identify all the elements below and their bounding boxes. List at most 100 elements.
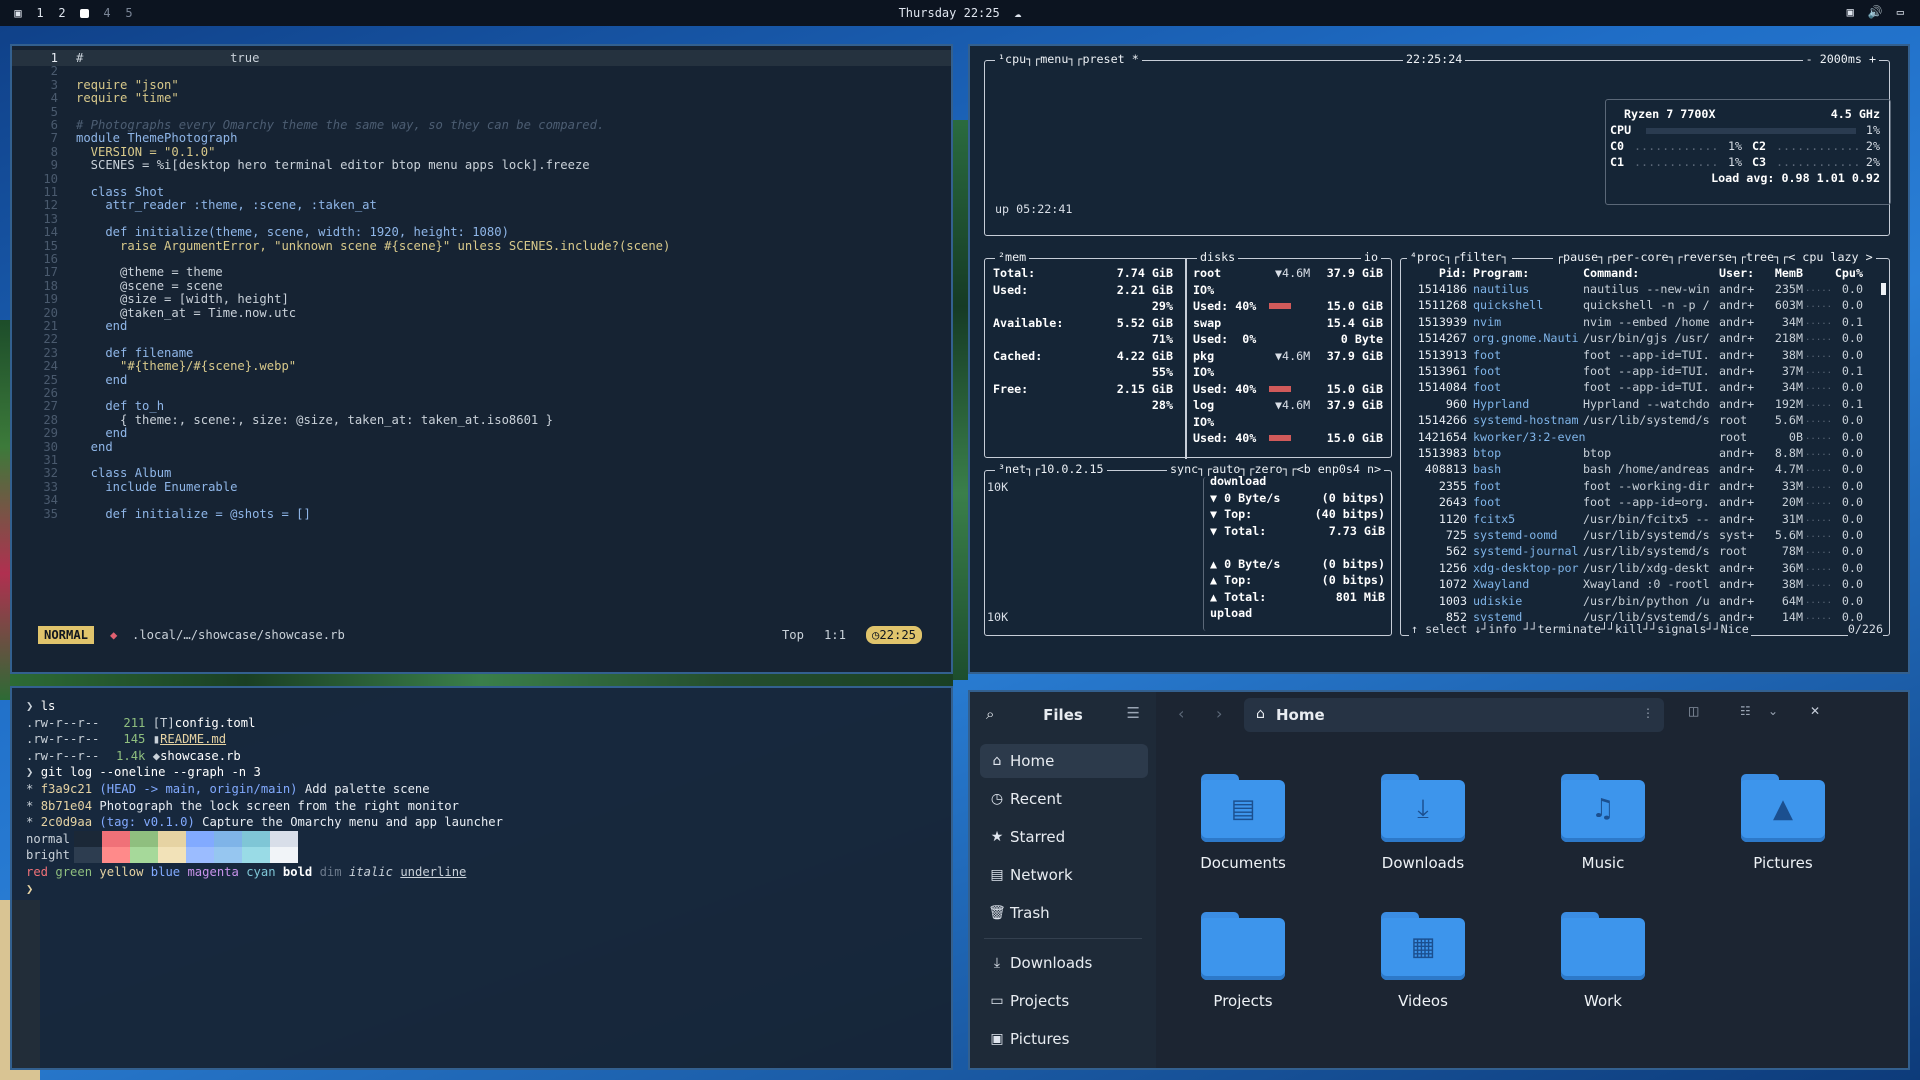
palette-swatch (186, 830, 214, 847)
sidebar-item-starred[interactable]: ★ Starred (980, 820, 1148, 854)
neovim-editor-window[interactable]: 1 # true 2 3 require "json" 4 require "time" 5 6… (10, 44, 953, 674)
core-c1-label: C1 (1610, 155, 1625, 169)
volume-icon[interactable]: 🔊 (1868, 5, 1883, 19)
sidebar-item-downloads[interactable]: ⤓ Downloads (980, 946, 1148, 980)
home-icon: ⌂ (992, 753, 1002, 769)
folder-icon: ▭ (990, 993, 1004, 1009)
folder-label: Projects (1213, 992, 1273, 1010)
proc-row[interactable]: 1072 Xwayland Xwayland :0 -rootl andr+ 38M 0.… (1401, 576, 1889, 592)
proc-row[interactable]: 960 Hyprland Hyprland --watchdo andr+ 192M 0.… (1401, 396, 1889, 412)
proc-cpu-graph: ..... (1805, 513, 1833, 524)
refresh-rate[interactable]: - 2000ms + (1802, 52, 1879, 66)
folder-videos[interactable]: ▦ Videos (1348, 912, 1498, 1032)
proc-cell: 1514084 (1417, 380, 1467, 395)
sidebar-item-pictures[interactable]: ▣ Pictures (980, 1022, 1148, 1056)
sidebar-item-label: Downloads (1010, 954, 1093, 972)
folder-icon (1201, 912, 1285, 980)
proc-cell: root (1719, 413, 1748, 428)
proc-row[interactable]: 562 systemd-journal/usr/lib/systemd/s root… (1401, 543, 1889, 559)
proc-row[interactable]: 1421654 kworker/3:2-even root 0B 0.0..... (1401, 429, 1889, 445)
proc-row[interactable]: 1511268 quickshell quickshell -n -p / andr+… (1401, 297, 1889, 313)
disks-box-title[interactable]: disks (1197, 250, 1239, 264)
status-time: ◷22:25 (865, 626, 922, 644)
proc-footer[interactable]: ↑ select ↓┘info ┘┘terminate┘┘kill┘┘signa… (1409, 621, 1751, 637)
net-box-title[interactable]: ³net┐┌10.0.2.15 (995, 462, 1107, 476)
proc-row[interactable]: 1514186 nautilus nautilus --new-win andr+ 23… (1401, 281, 1889, 297)
view-list-icon[interactable]: ☷ (1740, 704, 1751, 718)
location-bar[interactable]: ⌂ Home ⋮ (1244, 698, 1664, 732)
btop-monitor-window[interactable]: ¹cpu┐┌menu┐┌preset * 22:25:24 - 2000ms +… (968, 44, 1910, 674)
terminal-line: red green yellow blue magenta cyan bold … (26, 864, 951, 880)
sidebar-item-projects[interactable]: ▭ Projects (980, 984, 1148, 1018)
proc-cpu-graph: ..... (1805, 612, 1833, 622)
cpu-box-title[interactable]: ¹cpu┐┌menu┐┌preset * (995, 52, 1142, 66)
proc-row[interactable]: 1514266 systemd-hostnam/usr/lib/systemd/s… (1401, 412, 1889, 428)
clock[interactable]: Thursday 22:25 ☁ (0, 6, 1920, 20)
terminal-window[interactable]: ❯ ls .rw-r--r-- 211 [T]config.toml .rw-r--r… (10, 686, 953, 1070)
sidebar-item-recent[interactable]: ◷ Recent (980, 782, 1148, 816)
proc-col-header[interactable]: Command: (1583, 265, 1639, 281)
menu-icon[interactable]: ☰ (1127, 704, 1140, 722)
sidebar-item-trash[interactable]: 🗑 Trash (980, 896, 1148, 930)
proc-row[interactable]: 1513983 btop btop andr+ 8.8M 0.0..... (1401, 445, 1889, 461)
io-toggle[interactable]: io (1360, 250, 1381, 264)
proc-row[interactable]: 2643 foot foot --app-id=org. andr+ 20M 0.0...… (1401, 494, 1889, 510)
net-box-options[interactable]: sync┐┌auto┐┌zero┐┌<b enp0s4 n> (1167, 462, 1385, 476)
commit-ref: (HEAD -> main, origin/main) (99, 782, 298, 796)
folder-projects[interactable]: Projects (1168, 912, 1318, 1032)
proc-cell: 1513939 (1417, 314, 1467, 329)
proc-col-header[interactable]: User: (1719, 265, 1754, 281)
folder-work[interactable]: Work (1528, 912, 1678, 1032)
palette-swatch (242, 830, 270, 847)
palette-swatch (74, 847, 102, 864)
window-icon[interactable]: ▣ (1847, 5, 1854, 19)
palette-swatch (270, 830, 298, 847)
mem-box-title[interactable]: ²mem (995, 250, 1030, 264)
proc-col-header[interactable]: Program: (1473, 265, 1529, 281)
palette-swatch (130, 847, 158, 864)
proc-cell: 34M (1781, 314, 1803, 329)
proc-box-title[interactable]: ⁴proc┐┌filter┐ (1407, 250, 1512, 264)
location-menu-icon[interactable]: ⋮ (1642, 706, 1654, 720)
proc-row[interactable]: 1003 udiskie/usr/bin/python /u andr+ 64M 0.0… (1401, 593, 1889, 609)
folder-pictures[interactable]: ▲ Pictures (1708, 774, 1858, 894)
proc-scrollbar[interactable] (1881, 283, 1886, 295)
chevron-down-icon[interactable]: ⌄ (1768, 704, 1778, 718)
style-sample: dim (319, 865, 342, 879)
code-line[interactable]: 35 def initialize = @shots = [] (12, 506, 951, 522)
proc-row[interactable]: 1514084 foot foot --app-id=TUI. andr+ 34M 0.0… (1401, 379, 1889, 395)
proc-cell: Xwayland :0 -rootl (1583, 577, 1710, 592)
proc-cell: foot (1473, 364, 1502, 378)
sidebar-item-network[interactable]: ▤ Network (980, 858, 1148, 892)
forward-icon[interactable]: › (1216, 704, 1222, 723)
close-icon[interactable]: ✕ (1810, 704, 1820, 718)
folder-music[interactable]: ♫ Music (1528, 774, 1678, 894)
proc-row[interactable]: 2355 foot foot --working-dir andr+ 33M 0.0...… (1401, 478, 1889, 494)
proc-row[interactable]: 1513961 foot foot --app-id=TUI. andr+ 37M 0.1… (1401, 363, 1889, 379)
camera-icon[interactable]: ◫ (1688, 704, 1699, 718)
proc-col-header[interactable]: Cpu% (1821, 265, 1863, 281)
files-window[interactable]: ⌕ Files ☰ ⌂ Home ◷ Recent ★ Starred ▤ Network 🗑 T… (968, 690, 1910, 1070)
proc-box-options[interactable]: ┌pause┐┌per-core┐┌reverse┐┌tree┐┌< cpu l… (1553, 250, 1876, 264)
sidebar-item-home[interactable]: ⌂ Home (980, 744, 1148, 778)
proc-row[interactable]: 1513913 foot foot --app-id=TUI. andr+ 38M 0.0… (1401, 347, 1889, 363)
command-text: git log --oneline --graph -n 3 (40, 765, 261, 780)
proc-row[interactable]: 408813 bash bash /home/andreas andr+ 4.7M 0.0… (1401, 461, 1889, 477)
folder-documents[interactable]: ▤ Documents (1168, 774, 1318, 894)
net-value: (0 bitps) (1321, 573, 1385, 587)
proc-col-header[interactable]: Pid: (1405, 265, 1467, 281)
mem-label: Free: (993, 381, 1029, 396)
proc-cpu-graph: ..... (1805, 382, 1833, 393)
notification-icon[interactable]: ▭ (1897, 5, 1904, 19)
proc-row[interactable]: 725 systemd-oomd/usr/lib/systemd/s syst+ 5.… (1401, 527, 1889, 543)
back-icon[interactable]: ‹ (1178, 704, 1184, 723)
sidebar-item-label: Network (1010, 866, 1073, 884)
proc-col-header[interactable]: MemB (1765, 265, 1803, 281)
sidebar-item-label: Pictures (1010, 1030, 1070, 1048)
sidebar-item-label: Starred (1010, 828, 1066, 846)
folder-downloads[interactable]: ⤓ Downloads (1348, 774, 1498, 894)
proc-row[interactable]: 1120 fcitx5/usr/bin/fcitx5 -- andr+ 31M 0.0.… (1401, 511, 1889, 527)
proc-row[interactable]: 1513939 nvim nvim --embed /home andr+ 34M 0.1… (1401, 314, 1889, 330)
proc-row[interactable]: 1256 xdg-desktop-por/usr/lib/xdg-deskt and… (1401, 560, 1889, 576)
proc-row[interactable]: 1514267 org.gnome.Nauti/usr/bin/gjs /usr/… (1401, 330, 1889, 346)
